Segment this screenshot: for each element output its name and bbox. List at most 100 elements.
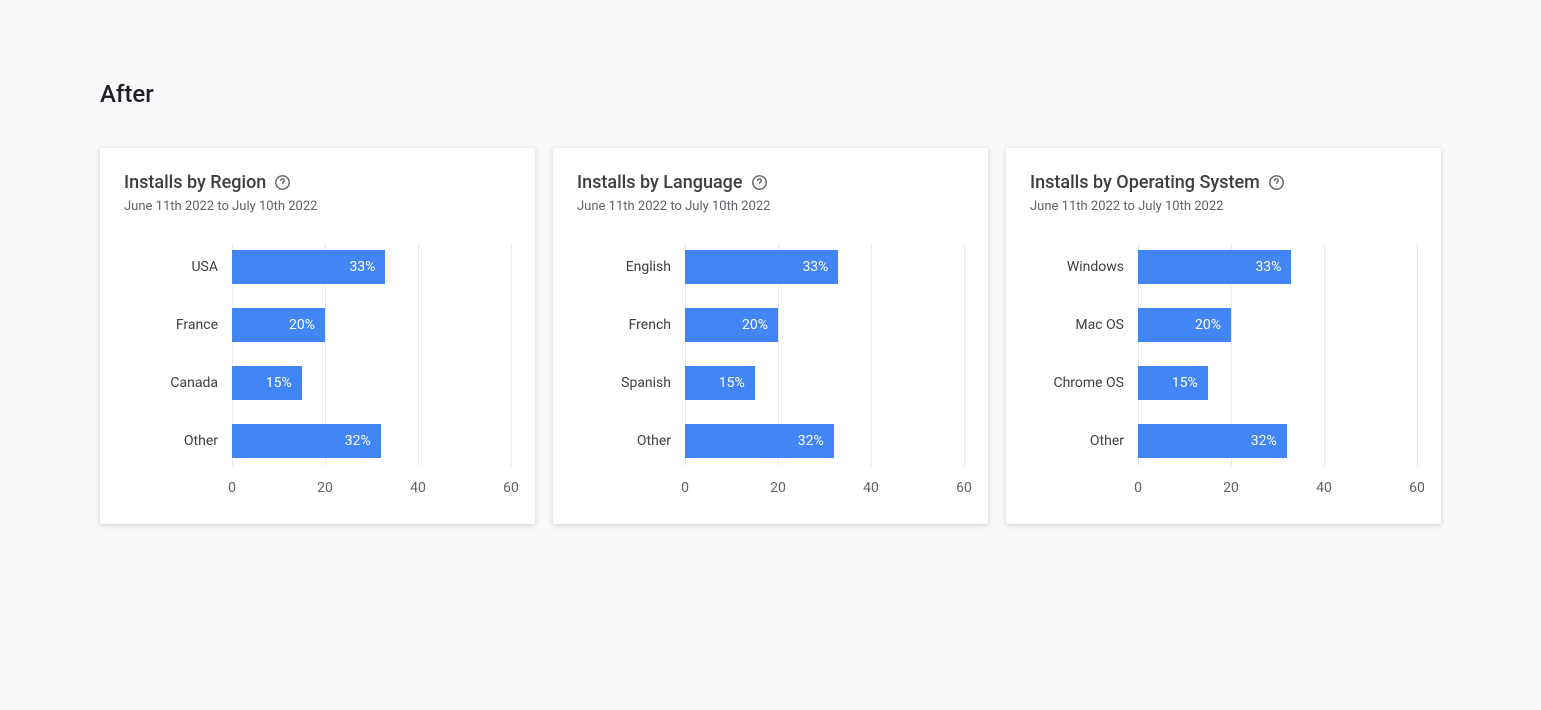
- bar-track: 32%: [232, 424, 511, 458]
- bar: 15%: [232, 366, 302, 400]
- bar-track: 15%: [685, 366, 964, 400]
- gridline: [511, 244, 512, 466]
- bar-track: 33%: [685, 250, 964, 284]
- bar: 20%: [685, 308, 778, 342]
- bar-label: USA: [124, 259, 232, 275]
- bar-track: 20%: [1138, 308, 1417, 342]
- bar-row: French 20%: [577, 308, 964, 342]
- bar-label: Windows: [1030, 259, 1138, 275]
- axis-spacer: [577, 476, 685, 496]
- gridline: [964, 244, 965, 466]
- bar: 15%: [685, 366, 755, 400]
- bar-row: Other 32%: [1030, 424, 1417, 458]
- bar-row: Mac OS 20%: [1030, 308, 1417, 342]
- bar-track: 20%: [232, 308, 511, 342]
- bar-track: 33%: [232, 250, 511, 284]
- bar-value-label: 32%: [345, 433, 371, 449]
- axis-tick: 40: [410, 480, 426, 496]
- bar: 33%: [232, 250, 385, 284]
- bar-value-label: 32%: [798, 433, 824, 449]
- cards-row: Installs by Region June 11th 2022 to July…: [100, 148, 1441, 524]
- card-header: Installs by Language: [577, 172, 964, 193]
- axis-row: 0204060: [124, 476, 511, 496]
- bar-value-label: 33%: [802, 259, 828, 275]
- bar-label: English: [577, 259, 685, 275]
- bar-value-label: 15%: [719, 375, 745, 391]
- card-header: Installs by Operating System: [1030, 172, 1417, 193]
- page-title: After: [100, 80, 1441, 108]
- axis-tick: 20: [770, 480, 786, 496]
- axis-ticks: 0204060: [1138, 476, 1417, 496]
- bar-label: Spanish: [577, 375, 685, 391]
- bar-row: Windows 33%: [1030, 250, 1417, 284]
- bar-track: 15%: [1138, 366, 1417, 400]
- bar-row: Chrome OS 15%: [1030, 366, 1417, 400]
- bar: 15%: [1138, 366, 1208, 400]
- bar: 20%: [1138, 308, 1231, 342]
- bar-row: Other 32%: [577, 424, 964, 458]
- axis-spacer: [124, 476, 232, 496]
- gridline: [1417, 244, 1418, 466]
- card-header: Installs by Region: [124, 172, 511, 193]
- bar-row: USA 33%: [124, 250, 511, 284]
- bar-value-label: 33%: [1255, 259, 1281, 275]
- axis-tick: 0: [1134, 480, 1142, 496]
- bar-row: Other 32%: [124, 424, 511, 458]
- bar-track: 20%: [685, 308, 964, 342]
- chart-card: Installs by Operating System June 11th 20…: [1006, 148, 1441, 524]
- bar-value-label: 33%: [349, 259, 375, 275]
- bar-label: Chrome OS: [1030, 375, 1138, 391]
- chart-area: English 33% French 20% Spanish 15% Other 32% 0 20…: [577, 250, 964, 496]
- bar-row: Canada15%: [124, 366, 511, 400]
- bar-row: Spanish 15%: [577, 366, 964, 400]
- axis-tick: 0: [681, 480, 689, 496]
- bar-track: 32%: [685, 424, 964, 458]
- card-subtitle: June 11th 2022 to July 10th 2022: [577, 199, 964, 214]
- bar-value-label: 20%: [1195, 317, 1221, 333]
- chart-area: Windows 33% Mac OS 20% Chrome OS 15% Other 32% 0…: [1030, 250, 1417, 496]
- help-icon[interactable]: [1268, 174, 1285, 191]
- bar-label: Other: [124, 433, 232, 449]
- chart-card: Installs by Region June 11th 2022 to July…: [100, 148, 535, 524]
- axis-ticks: 0204060: [232, 476, 511, 496]
- bar-label: France: [124, 317, 232, 333]
- bar-value-label: 32%: [1251, 433, 1277, 449]
- axis-tick: 20: [317, 480, 333, 496]
- bar-label: Mac OS: [1030, 317, 1138, 333]
- axis-ticks: 0204060: [685, 476, 964, 496]
- help-icon[interactable]: [751, 174, 768, 191]
- bar-label: Other: [1030, 433, 1138, 449]
- card-title: Installs by Language: [577, 172, 743, 193]
- bar-value-label: 15%: [1172, 375, 1198, 391]
- bar-row: English 33%: [577, 250, 964, 284]
- axis-tick: 40: [1316, 480, 1332, 496]
- axis-tick: 60: [503, 480, 519, 496]
- card-subtitle: June 11th 2022 to July 10th 2022: [124, 199, 511, 214]
- bar: 32%: [1138, 424, 1287, 458]
- bar: 33%: [685, 250, 838, 284]
- bar-label: Other: [577, 433, 685, 449]
- chart-area: USA33%France20%Canada15%Other32%0204060: [124, 250, 511, 496]
- bar: 32%: [685, 424, 834, 458]
- axis-tick: 40: [863, 480, 879, 496]
- bar-label: Canada: [124, 375, 232, 391]
- axis-row: 0204060: [577, 476, 964, 496]
- card-title: Installs by Region: [124, 172, 266, 193]
- card-subtitle: June 11th 2022 to July 10th 2022: [1030, 199, 1417, 214]
- axis-spacer: [1030, 476, 1138, 496]
- chart-card: Installs by Language June 11th 2022 to Ju…: [553, 148, 988, 524]
- bar-value-label: 20%: [289, 317, 315, 333]
- bar-track: 33%: [1138, 250, 1417, 284]
- bar-track: 15%: [232, 366, 511, 400]
- axis-row: 0204060: [1030, 476, 1417, 496]
- axis-tick: 60: [1409, 480, 1425, 496]
- bars-container: USA 33% France 20% Canada15% Other 32%: [124, 250, 511, 458]
- help-icon[interactable]: [274, 174, 291, 191]
- bar-value-label: 20%: [742, 317, 768, 333]
- axis-tick: 0: [228, 480, 236, 496]
- axis-tick: 60: [956, 480, 972, 496]
- bar: 33%: [1138, 250, 1291, 284]
- bar-row: France 20%: [124, 308, 511, 342]
- axis-tick: 20: [1223, 480, 1239, 496]
- bar-label: French: [577, 317, 685, 333]
